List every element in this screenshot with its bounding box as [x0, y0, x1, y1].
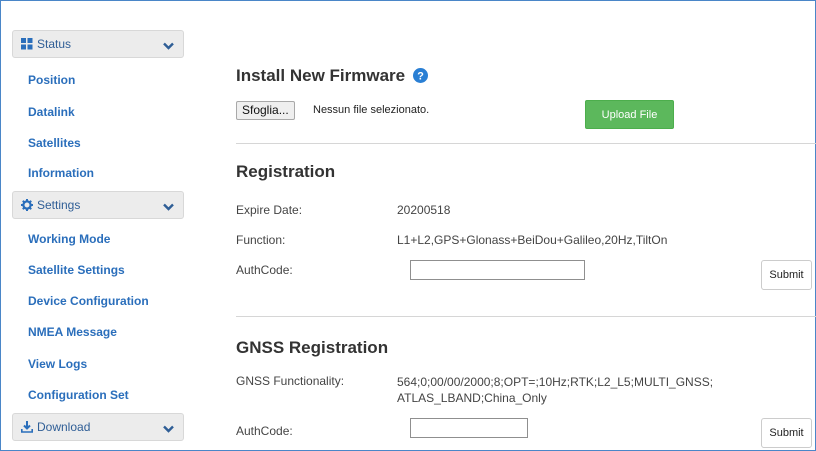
gnss-submit-button[interactable]: Submit	[761, 418, 812, 448]
divider	[236, 316, 816, 317]
sidebar-group-settings[interactable]: Settings	[12, 191, 184, 219]
gnss-functionality-line: ATLAS_LBAND;China_Only	[397, 391, 547, 405]
gnss-functionality-label: GNSS Functionality:	[236, 374, 345, 388]
sidebar-group-download[interactable]: Download	[12, 413, 184, 441]
sidebar-item-satellite-settings[interactable]: Satellite Settings	[28, 263, 125, 277]
divider	[236, 143, 816, 144]
question-circle-icon[interactable]: ?	[412, 68, 428, 88]
authcode-label: AuthCode:	[236, 263, 293, 277]
chevron-down-icon[interactable]	[163, 422, 174, 436]
main-content: Install New Firmware ? Sfoglia... Nessun…	[236, 0, 816, 451]
gnss-functionality-value: 564;0;00/00/2000;8;OPT=;10Hz;RTK;L2_L5;M…	[397, 374, 713, 406]
sidebar-item-nmea-message[interactable]: NMEA Message	[28, 325, 117, 339]
sidebar-group-label: Settings	[37, 198, 81, 212]
firmware-section: Install New Firmware ?	[236, 66, 428, 88]
authcode-input[interactable]	[410, 260, 585, 280]
function-value: L1+L2,GPS+Glonass+BeiDou+Galileo,20Hz,Ti…	[397, 233, 668, 247]
gnss-authcode-label: AuthCode:	[236, 424, 293, 438]
sidebar-item-datalink[interactable]: Datalink	[28, 105, 75, 119]
sidebar-item-position[interactable]: Position	[28, 73, 75, 87]
dashboard-icon	[20, 37, 34, 51]
submit-button[interactable]: Submit	[761, 260, 812, 290]
gnss-functionality-line: 564;0;00/00/2000;8;OPT=;10Hz;RTK;L2_L5;M…	[397, 375, 714, 389]
sidebar-item-view-logs[interactable]: View Logs	[28, 357, 87, 371]
sidebar-group-label: Download	[37, 420, 91, 434]
function-label: Function:	[236, 233, 286, 247]
registration-title: Registration	[236, 162, 336, 181]
sidebar-group-label: Status	[37, 37, 72, 51]
file-status-text: Nessun file selezionato.	[313, 104, 430, 116]
sidebar-item-satellites[interactable]: Satellites	[28, 136, 81, 150]
svg-text:?: ?	[417, 70, 424, 82]
download-icon	[20, 420, 34, 434]
sidebar-item-device-configuration[interactable]: Device Configuration	[28, 294, 149, 308]
firmware-title: Install New Firmware	[236, 66, 406, 85]
expire-date-value: 20200518	[397, 203, 451, 217]
sidebar-group-status[interactable]: Status	[12, 30, 184, 58]
expire-date-label: Expire Date:	[236, 203, 303, 217]
gnss-registration-title: GNSS Registration	[236, 338, 389, 357]
chevron-down-icon[interactable]	[163, 200, 174, 214]
browse-file-button[interactable]: Sfoglia...	[236, 101, 295, 120]
chevron-down-icon[interactable]	[163, 39, 174, 53]
sidebar-item-information[interactable]: Information	[28, 166, 94, 180]
sidebar-item-working-mode[interactable]: Working Mode	[28, 232, 110, 246]
sidebar-item-configuration-set[interactable]: Configuration Set	[28, 388, 129, 402]
upload-file-button[interactable]: Upload File	[585, 100, 674, 129]
gnss-authcode-input[interactable]	[410, 418, 528, 438]
gear-icon	[20, 198, 34, 212]
